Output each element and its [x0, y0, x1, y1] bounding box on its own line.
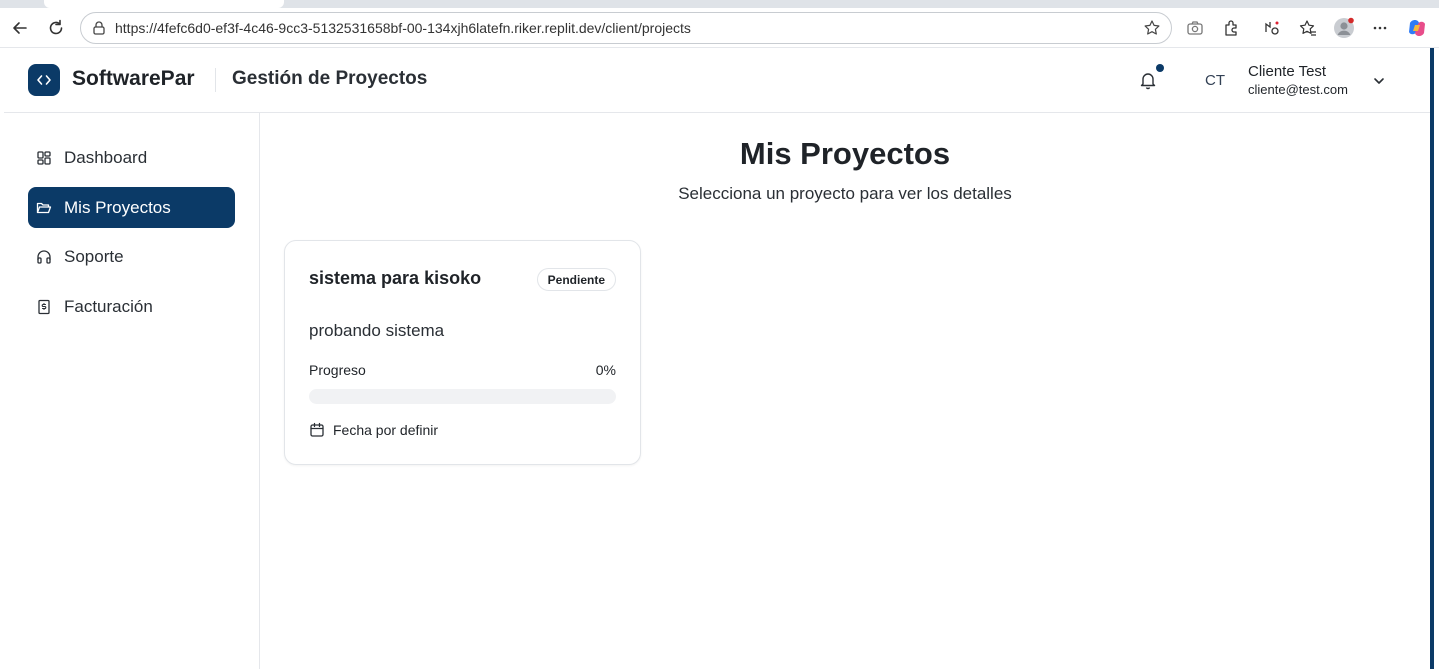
- sidebar-item-dashboard[interactable]: Dashboard: [28, 137, 235, 178]
- more-options-icon[interactable]: [1368, 16, 1392, 40]
- copilot-icon[interactable]: [1405, 16, 1429, 40]
- sidebar-item-label: Soporte: [64, 246, 124, 266]
- back-icon[interactable]: [8, 16, 32, 40]
- app-header: SoftwarePar Gestión de Proyectos CT Clie…: [4, 48, 1430, 113]
- sidebar-item-label: Dashboard: [64, 147, 148, 167]
- user-email[interactable]: cliente@test.com: [1248, 82, 1348, 97]
- section-title: Gestión de Proyectos: [232, 68, 428, 89]
- sidebar-item-facturacion[interactable]: Facturación: [28, 286, 235, 327]
- reload-icon[interactable]: [44, 16, 68, 40]
- profile-icon[interactable]: [1332, 16, 1356, 40]
- project-name: sistema para kisoko: [309, 268, 482, 288]
- progress-value: 0%: [595, 362, 616, 378]
- read-aloud-icon[interactable]: [1260, 16, 1284, 40]
- sidebar-item-label: Facturación: [64, 296, 153, 316]
- project-card[interactable]: sistema para kisoko Pendiente probando s…: [284, 240, 641, 465]
- code-logo-icon[interactable]: [28, 64, 60, 96]
- extensions-icon[interactable]: [1219, 16, 1243, 40]
- address-bar[interactable]: https://4fefc6d0-ef3f-4c46-9cc3-51325316…: [80, 12, 1172, 44]
- project-date: Fecha por definir: [333, 422, 439, 438]
- url-text[interactable]: https://4fefc6d0-ef3f-4c46-9cc3-51325316…: [115, 20, 691, 36]
- site-info-icon[interactable]: [91, 20, 107, 36]
- folder-icon: [36, 200, 52, 216]
- header-divider: [215, 68, 216, 92]
- grid-icon: [36, 150, 52, 166]
- progress-bar: [309, 389, 616, 404]
- camera-icon[interactable]: [1183, 16, 1207, 40]
- headphones-icon: [36, 249, 52, 265]
- page-title: Mis Proyectos: [739, 136, 951, 171]
- receipt-icon: [36, 299, 52, 315]
- favorites-icon[interactable]: [1296, 16, 1320, 40]
- sidebar-item-mis-proyectos[interactable]: Mis Proyectos: [28, 187, 235, 228]
- browser-toolbar: https://4fefc6d0-ef3f-4c46-9cc3-51325316…: [0, 8, 1439, 48]
- user-name[interactable]: Cliente Test: [1248, 63, 1326, 80]
- browser-tabstrip: [0, 0, 1439, 8]
- project-description: probando sistema: [309, 321, 445, 340]
- sidebar-item-soporte[interactable]: Soporte: [28, 236, 235, 277]
- calendar-icon: [310, 422, 324, 437]
- brand-name[interactable]: SoftwarePar: [72, 67, 195, 91]
- page-subtitle: Selecciona un proyecto para ver los deta…: [678, 184, 1012, 203]
- progress-label: Progreso: [309, 362, 366, 378]
- sidebar-item-label: Mis Proyectos: [64, 197, 171, 217]
- favorite-star-icon[interactable]: [1143, 19, 1161, 37]
- sidebar: Dashboard Mis Proyectos Soporte Facturac…: [4, 113, 260, 669]
- notification-dot: [1156, 64, 1164, 72]
- notifications-bell-icon[interactable]: [1138, 70, 1158, 90]
- page-edge-accent: [1430, 48, 1434, 669]
- chevron-down-icon[interactable]: [1370, 72, 1388, 90]
- status-badge: Pendiente: [536, 268, 616, 291]
- active-tab[interactable]: [44, 0, 284, 8]
- avatar[interactable]: CT: [1200, 68, 1230, 92]
